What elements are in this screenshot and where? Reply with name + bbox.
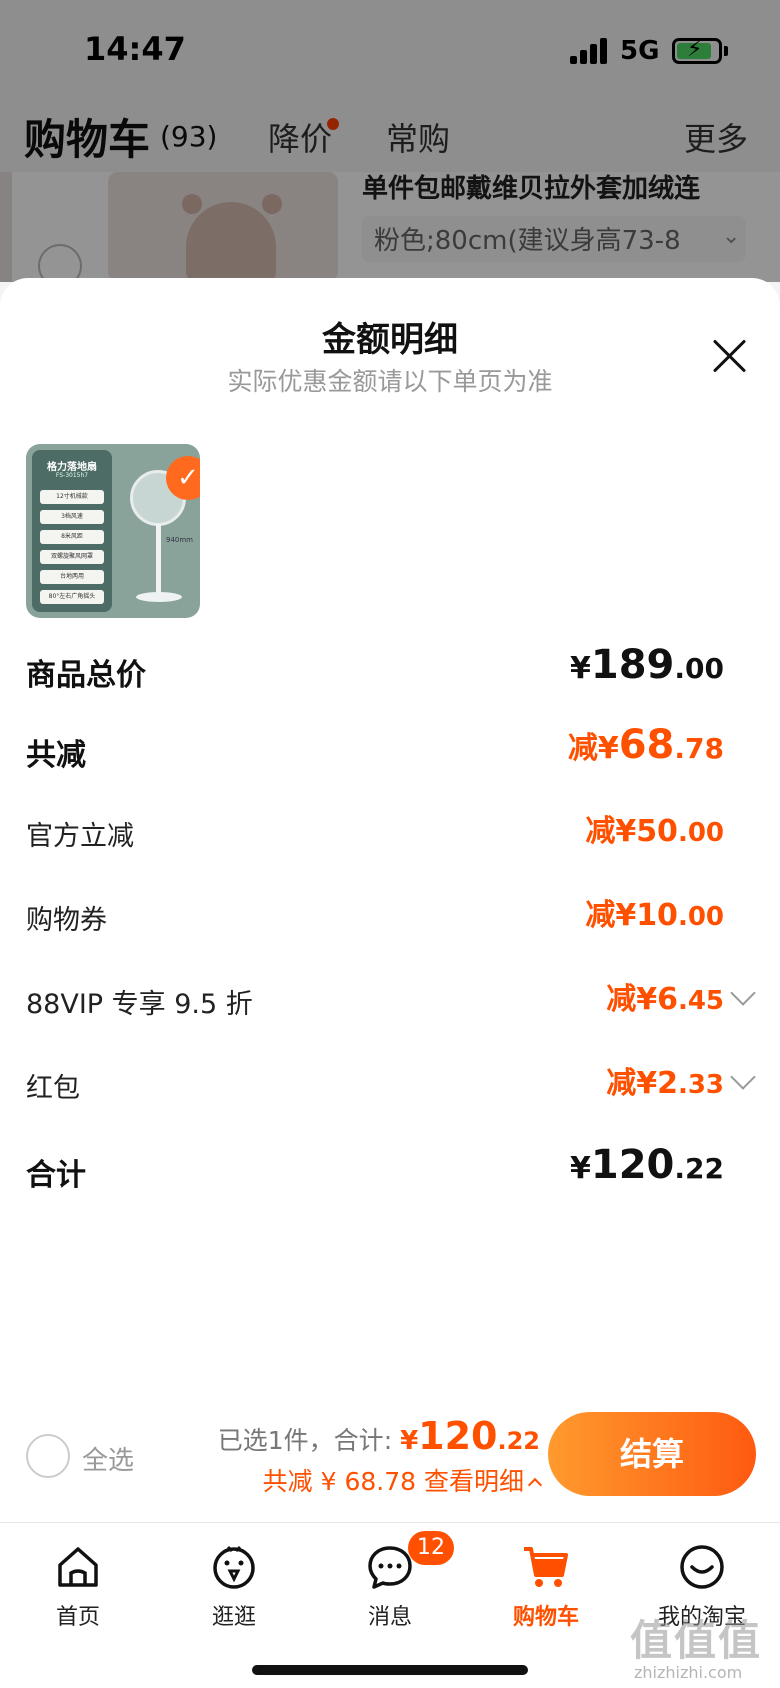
product-panel-model: FS-3015h7 [55,472,89,479]
profile-icon [680,1545,724,1589]
dim-overlay[interactable] [0,0,780,282]
row-value: 减¥50.00 [585,814,724,849]
select-all-radio[interactable] [26,1434,70,1478]
row-label: 官方立减 [26,821,134,852]
tab-home[interactable]: 首页 [0,1533,156,1633]
savings-text: 共减 ¥ 68.78 查看明细 [262,1467,524,1496]
message-badge: 12 [408,1531,454,1565]
row-coupon: 购物券 减¥10.00 [0,890,780,950]
row-value: 减¥10.00 [585,898,724,933]
fan-dimension: 940mm [166,536,193,544]
product-image: 格力落地扇 FS-3015h7 12寸机械款 3档风速 8米风距 双螺旋聚风网罩… [26,444,200,618]
product-feature-panel: 格力落地扇 FS-3015h7 12寸机械款 3档风速 8米风距 双螺旋聚风网罩… [32,450,112,612]
cart-icon [524,1547,568,1587]
feature-chip: 3档风速 [40,510,104,524]
feature-chip: 12寸机械款 [40,490,104,504]
select-all-label[interactable]: 全选 [82,1440,134,1477]
sheet-subtitle: 实际优惠金额请以下单页为准 [227,367,553,396]
row-total-discount: 共减 减¥68.78 [0,722,780,782]
row-value: ¥120.22 [570,1142,724,1188]
row-88vip[interactable]: 88VIP 专享 9.5 折 减¥6.45 [0,974,780,1034]
tab-cart[interactable]: 购物车 [468,1533,624,1633]
tab-messages[interactable]: 12 消息 [312,1531,468,1633]
browse-icon [213,1545,255,1589]
tab-label: 首页 [55,1605,100,1630]
checkout-button[interactable]: 结算 [548,1412,756,1496]
row-value: ¥189.00 [570,642,724,688]
watermark: 值值值 zhizhizhi.com [630,1607,780,1687]
selected-count-text: 已选1件，合计: [217,1426,401,1455]
chevron-up-icon [527,1477,543,1493]
row-value: 减¥6.45 [606,982,724,1017]
row-label: 商品总价 [26,658,146,693]
feature-chip: 8米风距 [40,530,104,544]
tab-label: 逛逛 [211,1605,256,1630]
sheet-title: 金额明细 [322,320,458,360]
row-label: 合计 [26,1158,86,1193]
row-label: 88VIP 专享 9.5 折 [26,989,253,1020]
tab-browse[interactable]: 逛逛 [156,1533,312,1633]
feature-chip: 80°左右广角摇头 [40,590,104,604]
tab-label: 消息 [367,1605,412,1630]
row-label: 购物券 [26,905,107,936]
row-grand-total: 合计 ¥120.22 [0,1142,780,1202]
fan-pole [156,524,161,596]
chevron-down-icon[interactable] [730,1064,756,1090]
fan-base [136,592,182,602]
row-value: 减¥2.33 [606,1066,724,1101]
row-label: 红包 [26,1073,80,1104]
row-value: 减¥68.78 [567,722,724,768]
tab-label: 购物车 [512,1605,579,1630]
home-indicator [252,1665,528,1675]
row-subtotal: 商品总价 ¥189.00 [0,642,780,702]
feature-chip: 双螺旋聚风网罩 [40,550,104,564]
watermark-url: zhizhizhi.com [634,1663,743,1682]
row-label: 共减 [26,738,86,773]
selected-total: ¥120.22 [400,1414,540,1458]
view-details-link[interactable]: 共减 ¥ 68.78 查看明细 [262,1462,543,1498]
tab-bar: 首页 逛逛 12 消息 购物车 我的淘宝 值值值 zhizhizhi.com [0,1522,780,1688]
chevron-down-icon[interactable] [730,980,756,1006]
selected-summary: 已选1件，合计: ¥120.22 [218,1414,540,1458]
product-panel-title: 格力落地扇 [47,462,97,473]
home-icon [58,1547,98,1587]
checkout-bar: 全选 已选1件，合计: ¥120.22 共减 ¥ 68.78 查看明细 结算 [0,1400,780,1522]
watermark-logo: 值值值 [630,1616,763,1665]
close-icon[interactable] [710,336,750,376]
row-red-packet[interactable]: 红包 减¥2.33 [0,1058,780,1118]
row-official-discount: 官方立减 减¥50.00 [0,806,780,866]
feature-chip: 台地两用 [40,570,104,584]
